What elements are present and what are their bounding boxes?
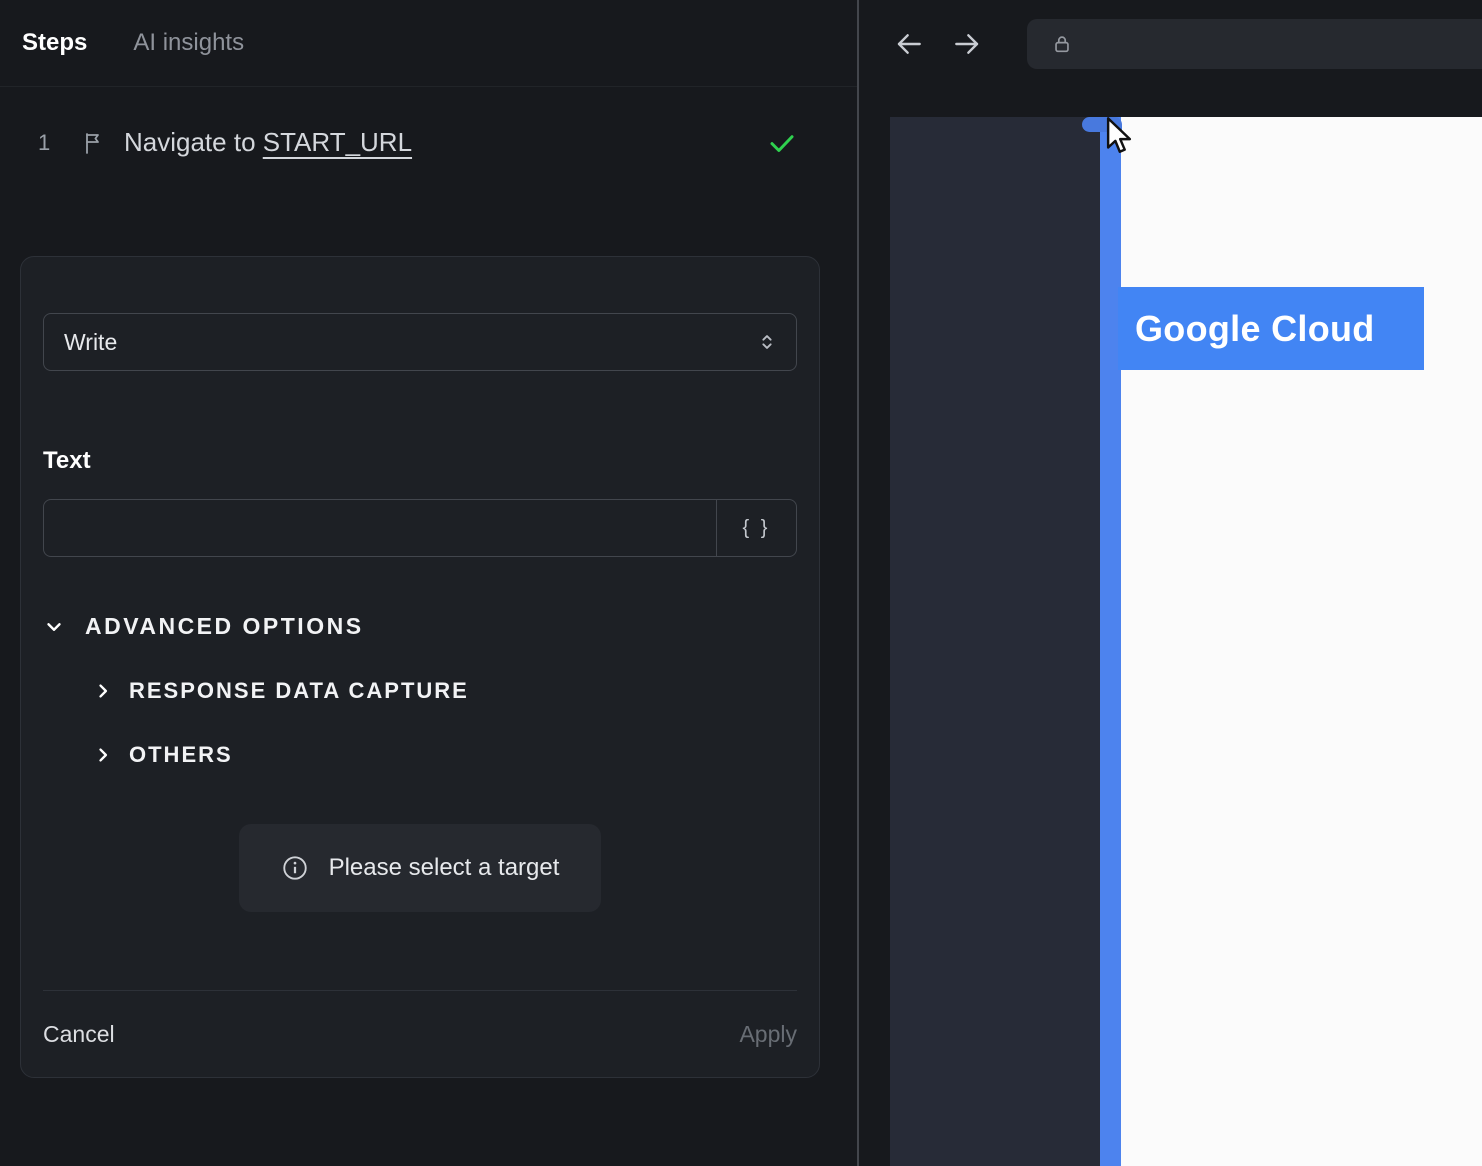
url-bar[interactable] [1027,18,1482,69]
text-field-label: Text [43,447,91,474]
chevron-right-icon [93,745,113,765]
tab-ai-insights[interactable]: AI insights [133,29,244,57]
select-target-notice: Please select a target [238,824,602,912]
start-url-link[interactable]: START_URL [263,127,412,157]
response-data-capture-label: RESPONSE DATA CAPTURE [129,678,469,703]
cancel-button[interactable]: Cancel [43,1021,115,1048]
chevron-down-icon [43,616,65,638]
response-data-capture-toggle[interactable]: RESPONSE DATA CAPTURE [93,678,797,704]
selection-highlight-strip [1100,117,1121,1166]
page-dark-sidebar [890,117,1101,1166]
steps-panel-header: Steps AI insights [0,0,857,87]
check-icon [767,128,797,158]
text-input-group: { } [43,499,797,557]
url-input[interactable] [1087,32,1466,55]
back-arrow-icon[interactable] [893,28,925,60]
advanced-options-toggle[interactable]: ADVANCED OPTIONS [43,613,797,640]
others-toggle[interactable]: OTHERS [93,742,797,768]
chevron-updown-icon [756,331,778,353]
action-editor-card: Write Text { } ADVANCED OPTIONS RESPONSE… [20,256,820,1078]
insert-variable-button[interactable]: { } [716,500,796,556]
app-root: Steps AI insights 1 Navigate to START_UR… [0,0,1482,1166]
steps-panel: Steps AI insights 1 Navigate to START_UR… [0,0,859,1166]
notice-container: Please select a target [43,824,797,912]
editor-footer: Cancel Apply [43,991,797,1077]
info-icon [281,854,309,882]
advanced-options-label: ADVANCED OPTIONS [85,613,364,639]
step-number: 1 [38,129,51,155]
browser-panel: Google Cloud [859,0,1482,1166]
tab-steps[interactable]: Steps [22,29,87,57]
text-input[interactable] [44,500,716,556]
step-label-prefix: Navigate to [124,127,263,157]
chevron-right-icon [93,681,113,701]
action-type-value: Write [64,328,118,355]
page-content [1121,117,1482,1166]
step-row-main: 1 Navigate to START_URL [38,127,412,158]
selection-highlight-label: Google Cloud [1118,287,1424,370]
select-target-text: Please select a target [328,854,560,881]
others-label: OTHERS [129,742,233,767]
highlight-label-text: Google Cloud [1135,307,1375,349]
lock-icon [1051,33,1073,55]
browser-toolbar [859,0,1482,87]
step-row[interactable]: 1 Navigate to START_URL [0,127,857,158]
flag-icon [82,131,104,155]
cursor-icon [1102,117,1136,155]
step-label: Navigate to START_URL [124,127,412,158]
apply-button[interactable]: Apply [739,1021,797,1048]
action-type-select[interactable]: Write [43,313,797,371]
browser-viewport: Google Cloud [859,87,1482,1166]
forward-arrow-icon[interactable] [951,28,983,60]
